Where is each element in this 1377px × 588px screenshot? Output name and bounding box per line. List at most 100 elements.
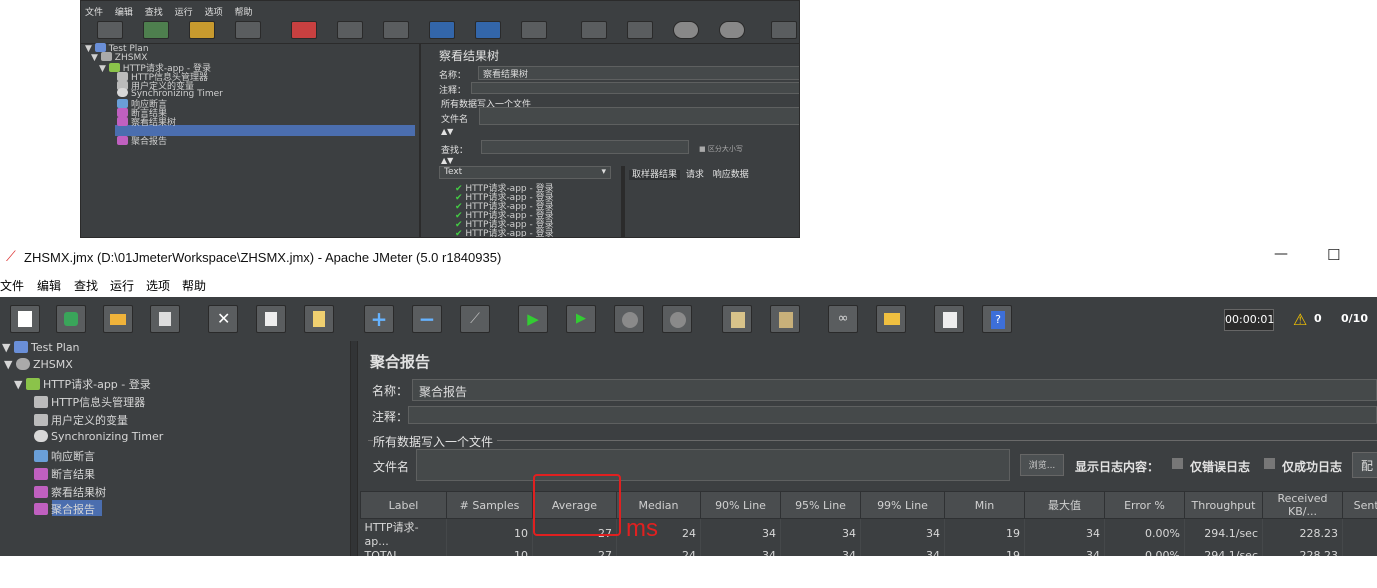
tree-item-view-results-tree[interactable]: 察看结果树 (34, 484, 106, 500)
paste-icon[interactable] (304, 305, 334, 333)
list-item[interactable]: ✔ HTTP请求-app - 登录 (455, 226, 554, 237)
thumb-comment-input[interactable] (471, 82, 799, 94)
window-titlebar: ⟋ ZHSMX.jmx (D:\01JmeterWorkspace\ZHSMX.… (0, 241, 1377, 273)
stop-icon[interactable] (614, 305, 644, 333)
thumb-menu-search[interactable]: 查找 (145, 8, 163, 18)
start-icon[interactable]: ▶ (518, 305, 548, 333)
shutdown-icon[interactable] (719, 21, 745, 39)
tree-item-assertion-results[interactable]: 断言结果 (34, 466, 95, 482)
new-icon[interactable] (97, 21, 123, 39)
stop-icon[interactable] (673, 21, 699, 39)
col-sent-kb[interactable]: Sent K (1342, 491, 1377, 519)
maximize-button[interactable]: ☐ (1327, 246, 1340, 264)
thumb-panel-title: 察看结果树 (439, 49, 500, 63)
new-icon[interactable] (10, 305, 40, 333)
table-row[interactable]: HTTP请求-ap... 10 27 24 34 34 34 19 34 0.0… (360, 518, 1377, 548)
menu-run[interactable]: 运行 (110, 277, 134, 294)
save-icon[interactable] (150, 305, 180, 333)
open-icon[interactable] (103, 305, 133, 333)
table-row[interactable]: TOTAL 10 27 24 34 34 34 19 34 0.00% 294.… (360, 548, 1377, 556)
tree-item-test-plan[interactable]: ▼ Test Plan (2, 341, 80, 354)
templates-icon[interactable] (56, 305, 86, 333)
thumb-splitter[interactable] (419, 43, 421, 237)
tree-item-response-assertion[interactable]: 响应断言 (34, 448, 95, 464)
errors-only-checkbox[interactable] (1172, 458, 1183, 469)
tree-item-sync-timer[interactable]: Synchronizing Timer (34, 430, 163, 443)
search-icon[interactable]: ∞ (828, 305, 858, 333)
toggle-icon[interactable] (521, 21, 547, 39)
reset-search-icon[interactable] (876, 305, 906, 333)
thumb-result-splitter[interactable] (621, 166, 625, 237)
remove-icon[interactable] (475, 21, 501, 39)
tree-item-aggregate-report[interactable]: 聚合报告 (34, 501, 95, 517)
tree-item-http-request[interactable]: ▼ HTTP请求-app - 登录 (14, 376, 151, 392)
menu-help[interactable]: 帮助 (182, 277, 206, 294)
tree-item-thread-group[interactable]: ▼ ZHSMX (4, 358, 73, 371)
clear-icon[interactable] (771, 21, 797, 39)
col-99-line[interactable]: 99% Line (860, 491, 945, 519)
shutdown-icon[interactable] (662, 305, 692, 333)
minimize-button[interactable]: — (1274, 246, 1288, 262)
templates-icon[interactable] (143, 21, 169, 39)
col-90-line[interactable]: 90% Line (700, 491, 781, 519)
thumb-menu-file[interactable]: 文件 (85, 8, 103, 18)
thumb-menu-options[interactable]: 选项 (205, 8, 223, 18)
col-95-line[interactable]: 95% Line (780, 491, 861, 519)
menu-file[interactable]: 文件 (0, 277, 24, 294)
tab-sampler-result[interactable]: 取样器结果 (629, 170, 681, 180)
thumb-tree-item[interactable]: 察看结果树 (117, 115, 176, 128)
open-icon[interactable] (189, 21, 215, 39)
col-error[interactable]: Error % (1104, 491, 1185, 519)
name-input[interactable]: 聚合报告 (412, 379, 1377, 401)
cut-icon[interactable]: ✕ (208, 305, 238, 333)
tools-icon (34, 414, 48, 426)
start-no-pause-icon[interactable] (627, 21, 653, 39)
configure-button[interactable]: 配 (1352, 452, 1377, 478)
thumb-menu-help[interactable]: 帮助 (234, 8, 252, 18)
menu-edit[interactable]: 编辑 (37, 277, 61, 294)
help-icon[interactable]: ? (982, 305, 1012, 333)
remove-icon[interactable]: − (412, 305, 442, 333)
thumb-case-checkbox[interactable]: ■ 区分大小写 (699, 144, 743, 154)
add-icon[interactable]: + (364, 305, 394, 333)
success-only-checkbox[interactable] (1264, 458, 1275, 469)
start-icon[interactable] (581, 21, 607, 39)
thumb-menu-edit[interactable]: 编辑 (115, 8, 133, 18)
tree-item-user-variables[interactable]: 用户定义的变量 (34, 412, 128, 428)
cut-icon[interactable] (291, 21, 317, 39)
col-throughput[interactable]: Throughput (1184, 491, 1263, 519)
menu-options[interactable]: 选项 (146, 277, 170, 294)
copy-icon[interactable] (256, 305, 286, 333)
add-icon[interactable] (429, 21, 455, 39)
function-helper-icon[interactable] (934, 305, 964, 333)
save-icon[interactable] (235, 21, 261, 39)
clear-all-icon[interactable] (770, 305, 800, 333)
thumb-menu-run[interactable]: 运行 (175, 8, 193, 18)
thumb-tree-item[interactable]: 聚合报告 (117, 134, 167, 147)
thumb-name-input[interactable]: 察看结果树 (478, 66, 799, 80)
thumb-collapse-icon-2[interactable]: ▲▼ (441, 156, 453, 165)
warning-icon[interactable]: ⚠ (1293, 310, 1307, 329)
thumb-collapse-icon[interactable]: ▲▼ (441, 127, 453, 136)
toggle-icon[interactable]: ⟋ (460, 305, 490, 333)
col-received-kb[interactable]: Received KB/... (1262, 491, 1343, 519)
tab-response-data[interactable]: 响应数据 (710, 170, 752, 180)
tree-item-header-manager[interactable]: HTTP信息头管理器 (34, 394, 145, 410)
start-no-pause-icon[interactable]: ▶ (566, 305, 596, 333)
thumb-renderer-dropdown[interactable]: Text ▾ (439, 166, 611, 179)
browse-button[interactable]: 浏览... (1020, 454, 1064, 476)
copy-icon[interactable] (337, 21, 363, 39)
col-label[interactable]: Label (360, 491, 447, 519)
thumb-filename-input[interactable] (479, 107, 799, 125)
col-max[interactable]: 最大值 (1024, 491, 1105, 519)
clear-icon[interactable] (722, 305, 752, 333)
menu-search[interactable]: 查找 (74, 277, 98, 294)
tab-request[interactable]: 请求 (683, 170, 707, 180)
panel-splitter[interactable] (350, 341, 358, 556)
filename-input[interactable] (416, 449, 1010, 481)
thumb-search-input[interactable] (481, 140, 689, 154)
col-min[interactable]: Min (944, 491, 1025, 519)
comment-input[interactable] (408, 406, 1377, 424)
col-samples[interactable]: # Samples (446, 491, 533, 519)
paste-icon[interactable] (383, 21, 409, 39)
